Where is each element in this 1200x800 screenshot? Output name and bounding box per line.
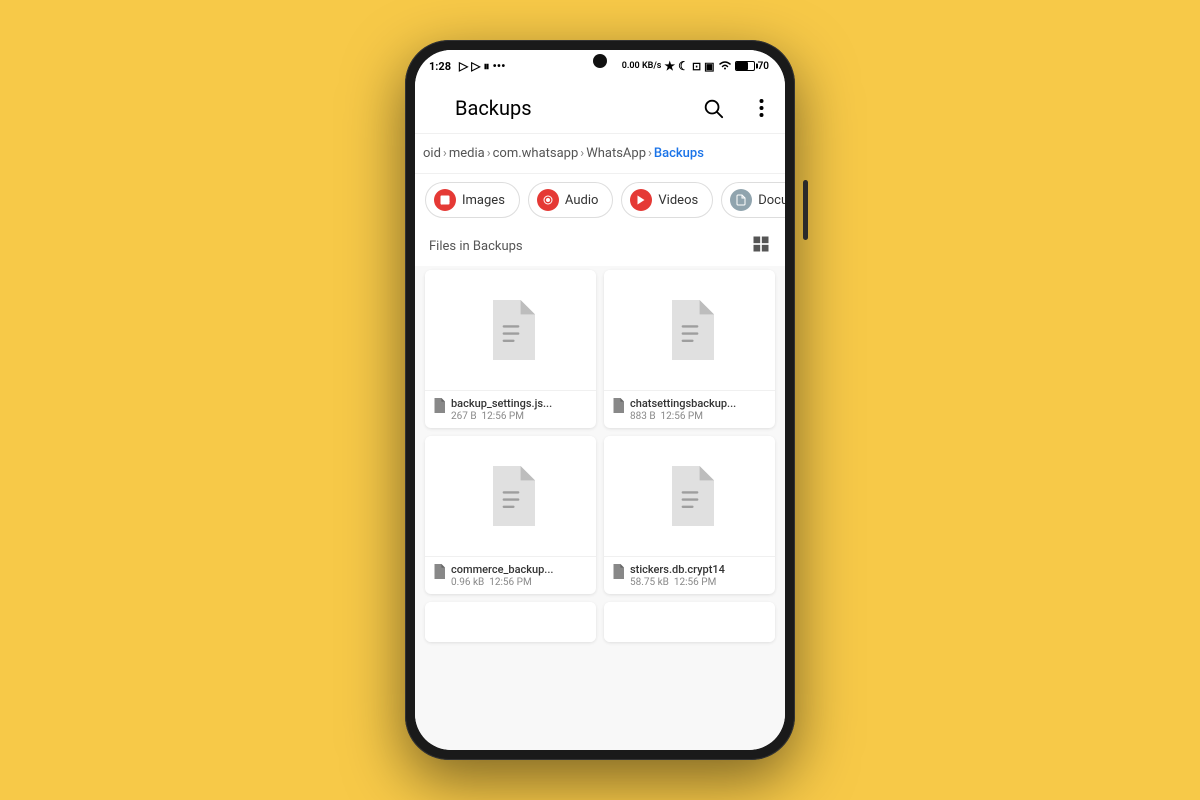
chip-images[interactable]: Images: [425, 182, 520, 218]
file-meta-2: commerce_backup... 0.96 kB 12:56 PM: [451, 563, 588, 588]
file-details-1: 883 B 12:56 PM: [630, 411, 767, 422]
file-card-4[interactable]: [425, 602, 596, 642]
battery-icon: [735, 61, 755, 71]
file-details-2: 0.96 kB 12:56 PM: [451, 577, 588, 588]
breadcrumb-item-whatsapp[interactable]: WhatsApp: [586, 146, 646, 161]
chip-audio-label: Audio: [565, 193, 598, 208]
files-header: Files in Backups: [415, 226, 785, 266]
front-camera: [593, 54, 607, 68]
file-name-2: commerce_backup...: [451, 563, 588, 576]
file-name-3: stickers.db.crypt14: [630, 563, 767, 576]
audio-icon: [537, 189, 559, 211]
chip-videos[interactable]: Videos: [621, 182, 713, 218]
signal-icon: ▣: [704, 60, 714, 73]
app-bar: Backups: [415, 82, 785, 134]
breadcrumb-sep-3: ›: [580, 146, 584, 161]
file-doc-icon-1: [666, 300, 714, 360]
file-info-0: backup_settings.js... 267 B 12:56 PM: [425, 390, 596, 428]
bluetooth-icon: ★: [664, 59, 675, 73]
file-preview-4: [425, 602, 596, 642]
breadcrumb-item-media[interactable]: media: [449, 146, 485, 161]
chip-videos-label: Videos: [658, 193, 698, 208]
file-info-1: chatsettingsbackup... 883 B 12:56 PM: [604, 390, 775, 428]
videos-icon: [630, 189, 652, 211]
file-name-0: backup_settings.js...: [451, 397, 588, 410]
file-info-3: stickers.db.crypt14 58.75 kB 12:56 PM: [604, 556, 775, 594]
search-button[interactable]: [693, 88, 733, 128]
docs-icon: [730, 189, 752, 211]
chip-audio[interactable]: Audio: [528, 182, 613, 218]
view-toggle-button[interactable]: [751, 234, 771, 259]
chip-docs-label: Documen...: [758, 193, 785, 208]
file-row-2: commerce_backup... 0.96 kB 12:56 PM: [425, 436, 775, 594]
file-row-3: [425, 602, 775, 642]
file-grid: backup_settings.js... 267 B 12:56 PM: [415, 266, 785, 750]
breadcrumb-item-com-whatsapp[interactable]: com.whatsapp: [493, 146, 579, 161]
status-time: 1:28 ▷ ▷ ⏸ •••: [429, 59, 505, 74]
phone-screen: 1:28 ▷ ▷ ⏸ ••• 0.00 KB/s ★ ☾ ⊡ ▣: [415, 50, 785, 750]
network-speed: 0.00 KB/s: [622, 62, 662, 71]
breadcrumb-sep-4: ›: [648, 146, 652, 161]
chip-images-label: Images: [462, 193, 505, 208]
file-preview-2: [425, 436, 596, 556]
power-button: [803, 180, 808, 240]
file-preview-3: [604, 436, 775, 556]
phone-frame: 1:28 ▷ ▷ ⏸ ••• 0.00 KB/s ★ ☾ ⊡ ▣: [405, 40, 795, 760]
file-doc-icon-0: [487, 300, 535, 360]
breadcrumb-item-android[interactable]: oid: [423, 146, 441, 161]
file-card-3[interactable]: stickers.db.crypt14 58.75 kB 12:56 PM: [604, 436, 775, 594]
chip-docs[interactable]: Documen...: [721, 182, 785, 218]
file-info-2: commerce_backup... 0.96 kB 12:56 PM: [425, 556, 596, 594]
file-doc-icon-3: [666, 466, 714, 526]
file-meta-1: chatsettingsbackup... 883 B 12:56 PM: [630, 397, 767, 422]
menu-button[interactable]: [423, 88, 443, 128]
file-preview-1: [604, 270, 775, 390]
images-icon: [434, 189, 456, 211]
filter-chips: Images Audio Videos Documen...: [415, 174, 785, 226]
files-count-label: Files in Backups: [429, 239, 523, 254]
breadcrumb-item-backups[interactable]: Backups: [654, 146, 704, 161]
file-type-icon-0: [433, 398, 445, 417]
page-title: Backups: [451, 96, 685, 120]
file-doc-icon-2: [487, 466, 535, 526]
wifi-icon: [718, 60, 732, 73]
file-meta-3: stickers.db.crypt14 58.75 kB 12:56 PM: [630, 563, 767, 588]
file-card-2[interactable]: commerce_backup... 0.96 kB 12:56 PM: [425, 436, 596, 594]
status-icons: 0.00 KB/s ★ ☾ ⊡ ▣ 70: [622, 59, 769, 73]
file-meta-0: backup_settings.js... 267 B 12:56 PM: [451, 397, 588, 422]
file-details-0: 267 B 12:56 PM: [451, 411, 588, 422]
file-type-icon-3: [612, 564, 624, 583]
file-type-icon-2: [433, 564, 445, 583]
file-preview-5: [604, 602, 775, 642]
file-card-0[interactable]: backup_settings.js... 267 B 12:56 PM: [425, 270, 596, 428]
battery-percent: 70: [758, 61, 769, 72]
breadcrumb-sep-1: ›: [443, 146, 447, 161]
more-options-button[interactable]: [741, 88, 781, 128]
file-type-icon-1: [612, 398, 624, 417]
battery-saver-icon: ⊡: [692, 60, 701, 73]
file-row-1: backup_settings.js... 267 B 12:56 PM: [425, 270, 775, 428]
breadcrumb: oid › media › com.whatsapp › WhatsApp › …: [415, 134, 785, 174]
file-card-1[interactable]: chatsettingsbackup... 883 B 12:56 PM: [604, 270, 775, 428]
file-preview-0: [425, 270, 596, 390]
file-details-3: 58.75 kB 12:56 PM: [630, 577, 767, 588]
file-card-5[interactable]: [604, 602, 775, 642]
file-name-1: chatsettingsbackup...: [630, 397, 767, 410]
breadcrumb-sep-2: ›: [487, 146, 491, 161]
moon-icon: ☾: [678, 59, 689, 73]
